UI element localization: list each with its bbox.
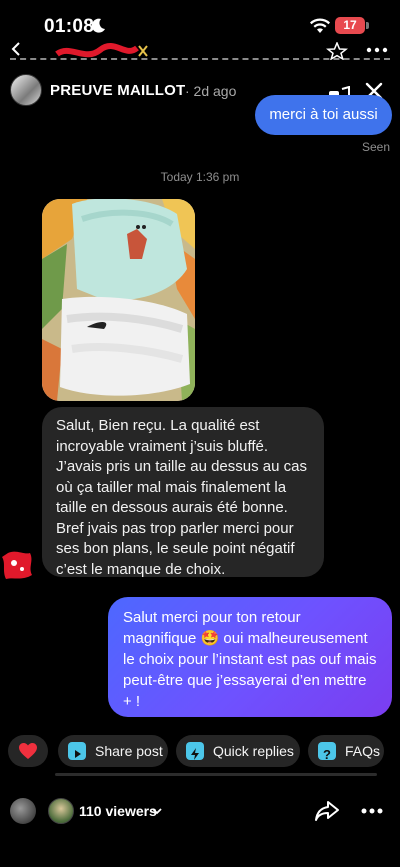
profile-name[interactable]: PREUVE MAILLOT: [50, 82, 185, 99]
more-options-icon[interactable]: [366, 46, 388, 54]
faqs-button[interactable]: ? FAQs: [308, 735, 384, 767]
redaction-blob: [2, 551, 32, 579]
post-age: · 2d ago: [185, 83, 237, 99]
story-footer: 110 viewers: [0, 796, 400, 826]
avatar[interactable]: [10, 74, 42, 106]
sent-reply-message[interactable]: Salut merci pour ton retour magnifique 🤩…: [108, 597, 392, 717]
quick-actions-row: Share post Quick replies ? FAQs: [0, 735, 400, 767]
viewer-avatar[interactable]: [48, 798, 74, 824]
share-post-button[interactable]: Share post: [58, 735, 168, 767]
more-icon[interactable]: [360, 807, 384, 815]
heart-icon: [19, 743, 37, 759]
question-icon: ?: [318, 742, 336, 762]
chevron-down-icon[interactable]: [152, 807, 162, 815]
message-input-bar[interactable]: [55, 773, 377, 776]
moon-icon: [91, 18, 105, 33]
story-progress-bar: [10, 58, 390, 60]
star-struck-emoji: 🤩: [200, 630, 220, 647]
quick-replies-label: Quick replies: [213, 743, 294, 759]
share-icon[interactable]: [314, 799, 340, 823]
chevron-left-icon[interactable]: [10, 42, 22, 56]
message-timestamp: Today 1:36 pm: [160, 170, 240, 184]
received-message[interactable]: Salut, Bien reçu. La qualité est incroya…: [42, 407, 324, 578]
faqs-label: FAQs: [345, 743, 381, 759]
jersey-photo-illustration: [42, 199, 195, 401]
svg-text:?: ?: [323, 747, 331, 762]
viewers-count[interactable]: 110 viewers: [79, 803, 157, 819]
like-button[interactable]: [8, 735, 48, 767]
lightning-icon: [186, 742, 204, 760]
quick-replies-button[interactable]: Quick replies: [176, 735, 300, 767]
shared-photo[interactable]: [42, 199, 195, 401]
play-icon: [68, 742, 86, 760]
clock: 01:08: [44, 16, 95, 37]
share-post-label: Share post: [95, 743, 163, 759]
wifi-icon: [310, 18, 330, 33]
battery-indicator: 17: [335, 17, 365, 34]
seen-receipt: Seen: [362, 140, 391, 154]
sent-message[interactable]: merci à toi aussi: [255, 95, 392, 135]
viewer-thumbnail[interactable]: [10, 798, 36, 824]
battery-tip: [366, 22, 369, 29]
